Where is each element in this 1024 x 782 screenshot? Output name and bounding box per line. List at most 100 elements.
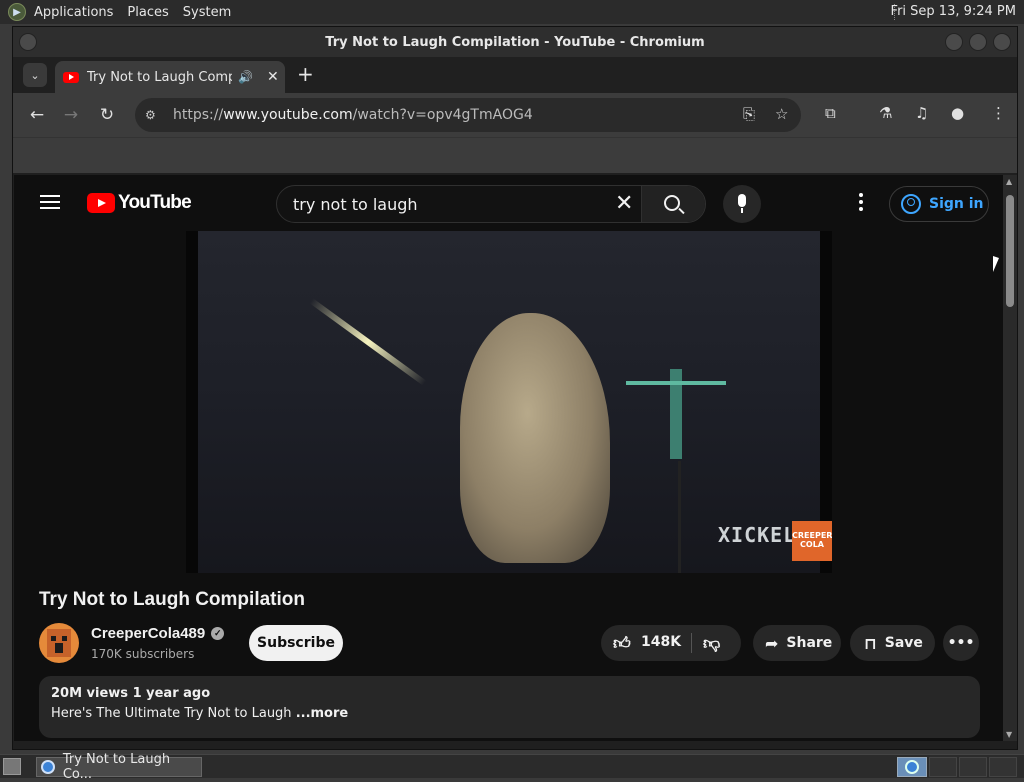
hamburger-menu-icon[interactable] <box>40 195 60 209</box>
tab-close-button[interactable]: ✕ <box>267 69 279 85</box>
top-panel: ▶ Applications Places System Fri Sep 13,… <box>0 0 1024 24</box>
page-scrollbar[interactable]: ▲ ▼ <box>1003 175 1017 741</box>
search-icon <box>664 195 680 211</box>
sign-in-button[interactable]: Sign in <box>889 186 989 222</box>
panel-clock[interactable]: Fri Sep 13, 9:24 PM <box>891 4 1016 19</box>
channel-avatar[interactable] <box>39 623 79 663</box>
video-frame: XICKEL CREEPER COLA <box>198 231 832 573</box>
forward-button[interactable]: → <box>59 103 83 127</box>
taskbar: Try Not to Laugh Co... <box>0 752 1024 782</box>
view-count-date: 20M views 1 year ago <box>51 686 211 701</box>
description-line: Here's The Ultimate Try Not to Laugh ...… <box>51 706 968 721</box>
video-figure <box>460 313 610 563</box>
tab-search-button[interactable]: ⌄ <box>23 63 47 87</box>
pole <box>678 461 681 573</box>
places-menu[interactable]: Places <box>127 5 168 20</box>
window-title: Try Not to Laugh Compilation - YouTube -… <box>325 34 705 50</box>
workspace-2[interactable] <box>929 757 957 777</box>
scroll-down-icon[interactable]: ▼ <box>1006 730 1012 739</box>
new-tab-button[interactable]: + <box>297 64 314 84</box>
show-desktop-icon[interactable] <box>3 758 21 775</box>
clear-search-icon[interactable]: ✕ <box>615 193 633 215</box>
search-input[interactable] <box>293 194 593 214</box>
bookmark-icon: ⊓ <box>864 633 877 653</box>
maximize-button[interactable] <box>969 33 987 51</box>
share-label: Share <box>786 635 833 651</box>
chromium-icon <box>41 760 55 774</box>
reload-button[interactable]: ↻ <box>95 103 119 127</box>
voice-search-button[interactable] <box>723 185 761 223</box>
scroll-up-icon[interactable]: ▲ <box>1006 177 1012 186</box>
channel-name-row[interactable]: CreeperCola489 ✓ <box>91 625 225 642</box>
minimize-button[interactable] <box>945 33 963 51</box>
tab-strip: ⌄ Try Not to Laugh Compil 🔊 ✕ + <box>13 57 1017 93</box>
chevron-down-icon: ⌄ <box>30 68 40 82</box>
media-controls-icon[interactable]: ♫ <box>915 104 928 122</box>
subscriber-count: 170K subscribers <box>91 647 195 661</box>
url-text[interactable]: https://www.youtube.com/watch?v=opv4gTmA… <box>173 107 533 123</box>
mouse-cursor-icon <box>993 256 999 272</box>
more-horizontal-icon: ••• <box>947 635 975 651</box>
panel-menu: ▶ Applications Places System <box>0 3 231 21</box>
description-box[interactable]: 20M views 1 year ago Here's The Ultimate… <box>39 676 980 738</box>
browser-toolbar: ← → ↻ ⚙ https://www.youtube.com/watch?v=… <box>13 93 1017 137</box>
speaker-icon[interactable]: 🔊 <box>238 70 253 84</box>
like-button[interactable]: 👍︎ <box>613 633 631 654</box>
scrollbar-thumb[interactable] <box>1006 195 1014 307</box>
dislike-button[interactable]: 👎︎ <box>703 633 720 654</box>
video-title: Try Not to Laugh Compilation <box>39 589 305 610</box>
channel-name[interactable]: CreeperCola489 <box>91 625 205 642</box>
workspace-4[interactable] <box>989 757 1017 777</box>
window-titlebar[interactable]: Try Not to Laugh Compilation - YouTube -… <box>13 27 1017 57</box>
distro-logo-icon[interactable]: ▶ <box>8 3 26 21</box>
like-count[interactable]: 148K <box>641 634 681 650</box>
subscribe-button[interactable]: Subscribe <box>249 625 343 661</box>
taskbar-window-button[interactable]: Try Not to Laugh Co... <box>36 752 202 782</box>
workspace-1[interactable] <box>897 757 927 777</box>
more-link[interactable]: ...more <box>296 706 349 721</box>
youtube-page: YouTube ✕ Sign in <box>14 175 1004 741</box>
sign-in-label: Sign in <box>929 196 984 212</box>
channel-watermark-badge: CREEPER COLA <box>792 521 832 561</box>
search-button[interactable] <box>641 186 705 222</box>
url-scheme: https:// <box>173 107 224 123</box>
back-button[interactable]: ← <box>25 103 49 127</box>
system-menu[interactable]: System <box>183 5 231 20</box>
description-text: Here's The Ultimate Try Not to Laugh <box>51 706 296 721</box>
video-watermark: XICKEL <box>718 523 797 547</box>
workspace-3[interactable] <box>959 757 987 777</box>
tab-title: Try Not to Laugh Compil <box>87 69 232 85</box>
youtube-logo[interactable]: YouTube <box>87 192 192 214</box>
save-button[interactable]: ⊓ Save <box>850 625 935 661</box>
share-button[interactable]: ➦ Share <box>753 625 841 661</box>
save-label: Save <box>884 635 923 651</box>
labs-flask-icon[interactable]: ⚗ <box>879 104 892 122</box>
url-path: /watch?v=opv4gTmAOG4 <box>352 107 533 123</box>
window-menu-button[interactable] <box>19 33 37 51</box>
settings-more-icon[interactable] <box>859 193 863 214</box>
account-circle-icon <box>901 194 921 214</box>
browser-menu-icon[interactable]: ⋮ <box>991 104 1006 122</box>
creeper-avatar-icon <box>47 629 71 657</box>
like-dislike-group: 👍︎ 148K 👎︎ <box>601 625 741 661</box>
microphone-stand <box>741 208 743 213</box>
applications-menu[interactable]: Applications <box>34 5 113 20</box>
youtube-header: YouTube ✕ Sign in <box>14 175 1004 231</box>
close-window-button[interactable] <box>993 33 1011 51</box>
youtube-favicon-icon <box>63 71 79 83</box>
microphone-icon <box>738 194 746 207</box>
profile-icon[interactable]: ● <box>951 104 964 122</box>
youtube-wordmark: YouTube <box>118 192 192 213</box>
install-app-icon[interactable]: ⎘ <box>743 105 755 123</box>
bookmark-star-icon[interactable]: ☆ <box>775 105 788 123</box>
light-streak <box>309 298 427 386</box>
more-actions-button[interactable]: ••• <box>943 625 979 661</box>
statue-arms <box>626 381 726 385</box>
tab-youtube[interactable]: Try Not to Laugh Compil 🔊 ✕ <box>55 61 285 93</box>
url-host: www.youtube.com <box>223 107 353 123</box>
address-bar[interactable]: ⚙ https://www.youtube.com/watch?v=opv4gT… <box>135 98 801 132</box>
video-player[interactable]: XICKEL CREEPER COLA <box>186 231 832 573</box>
site-info-icon[interactable]: ⚙ <box>145 108 165 122</box>
like-divider <box>691 633 692 653</box>
extensions-icon[interactable]: ⧉ <box>825 104 836 122</box>
